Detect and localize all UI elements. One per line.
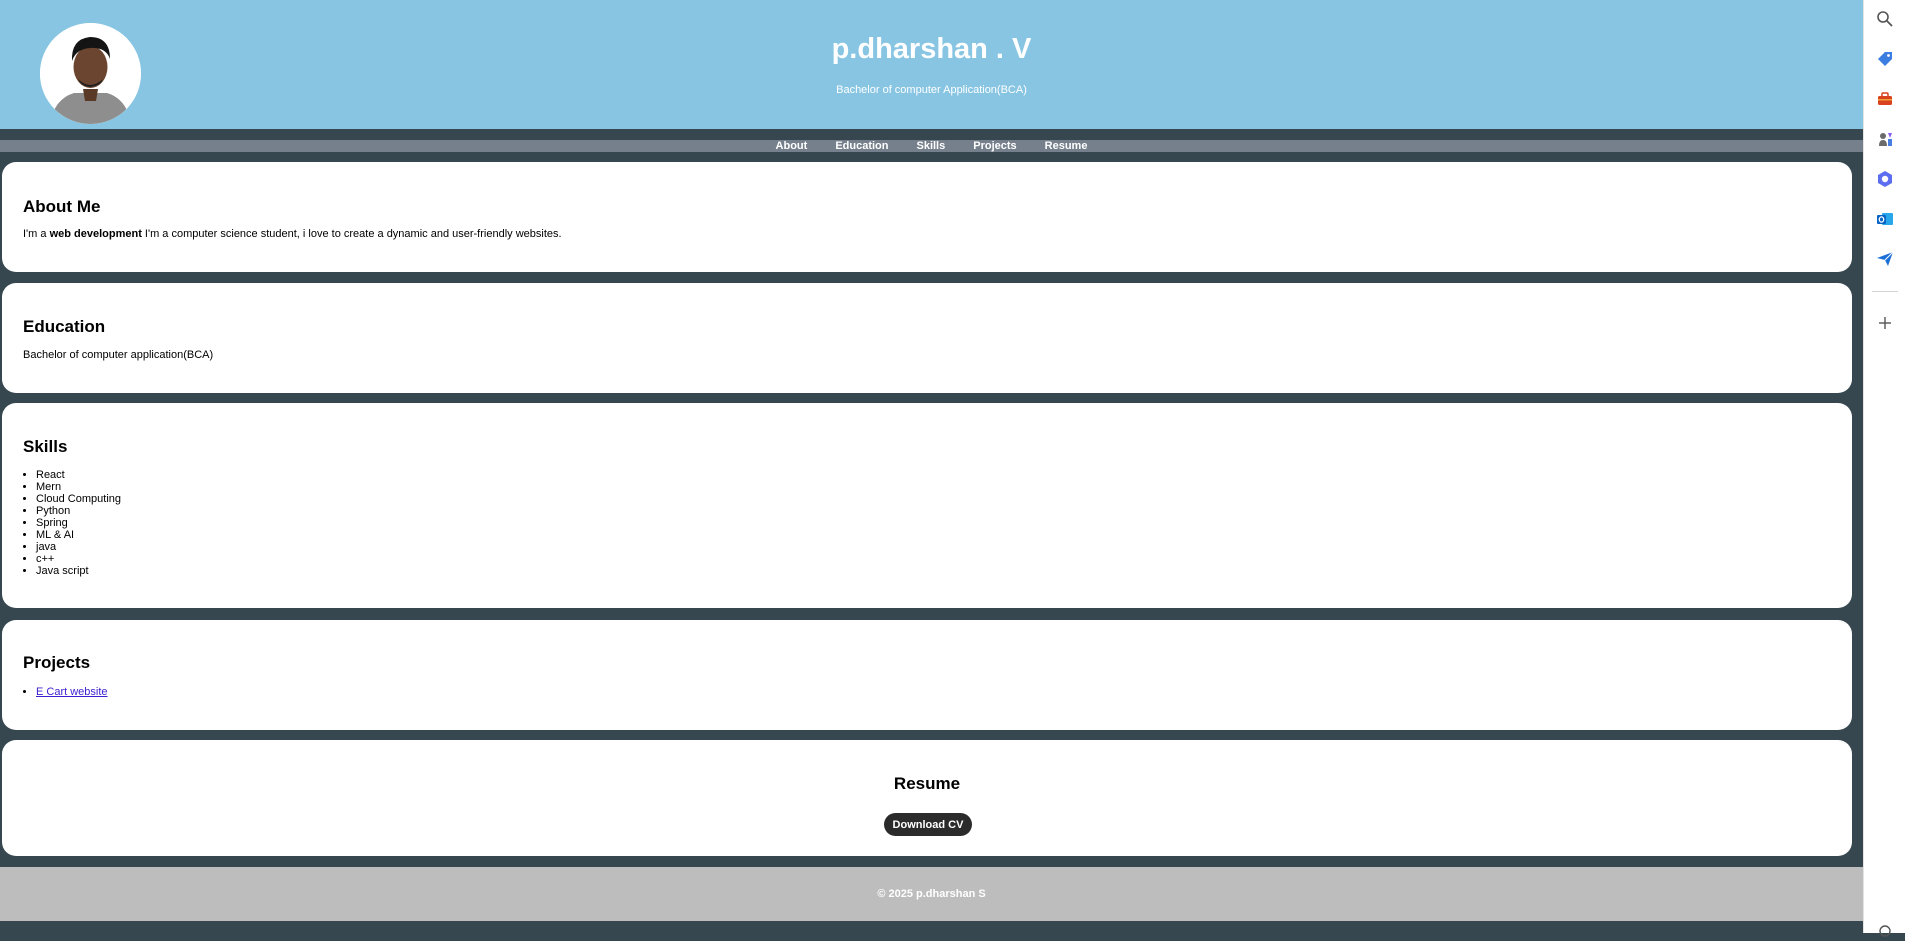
education-section: Education Bachelor of computer applicati…: [2, 283, 1852, 393]
list-item: ML & AI: [36, 529, 121, 541]
nav-link-education[interactable]: Education: [835, 140, 888, 152]
about-text-pre: I'm a: [23, 228, 50, 240]
resume-section: Resume Download CV: [2, 740, 1852, 856]
list-item: Spring: [36, 517, 121, 529]
list-item: Mern: [36, 481, 121, 493]
projects-list: E Cart website: [23, 686, 108, 698]
list-item: React: [36, 469, 121, 481]
projects-heading: Projects: [23, 653, 91, 672]
site-footer: © 2025 p.dharshan S: [0, 867, 1863, 921]
browser-sidebar: [1863, 0, 1905, 937]
outlook-icon[interactable]: [1875, 209, 1895, 229]
add-icon[interactable]: [1875, 313, 1895, 333]
about-heading: About Me: [23, 197, 101, 216]
project-link-ecart[interactable]: E Cart website: [36, 686, 108, 698]
education-text: Bachelor of computer application(BCA): [23, 349, 214, 361]
main-nav: About Education Skills Projects Resume: [0, 140, 1863, 152]
list-item: c++: [36, 553, 121, 565]
list-item: Cloud Computing: [36, 493, 121, 505]
about-text-bold: web development: [49, 228, 142, 240]
nav-link-skills[interactable]: Skills: [916, 140, 945, 152]
about-section: About Me I'm a web development I'm a com…: [2, 162, 1852, 272]
search-icon[interactable]: [1875, 9, 1895, 29]
resume-heading: Resume: [893, 774, 961, 793]
send-icon[interactable]: [1875, 249, 1895, 269]
toolbox-icon[interactable]: [1875, 89, 1895, 109]
nav-link-resume[interactable]: Resume: [1045, 140, 1088, 152]
page-title: p.dharshan . V: [831, 33, 1032, 65]
list-item: Python: [36, 505, 121, 517]
about-text-post: I'm a computer science student, i love t…: [141, 228, 562, 240]
skills-section: Skills React Mern Cloud Computing Python…: [2, 403, 1852, 608]
sidebar-divider: [1872, 291, 1898, 292]
portfolio-page: p.dharshan . V Bachelor of computer Appl…: [0, 0, 1863, 933]
list-item: java: [36, 541, 121, 553]
download-cv-button[interactable]: Download CV: [884, 813, 972, 836]
site-header: p.dharshan . V Bachelor of computer Appl…: [0, 0, 1863, 129]
settings-icon[interactable]: [1875, 921, 1895, 941]
nav-link-about[interactable]: About: [776, 140, 808, 152]
tag-icon[interactable]: [1875, 49, 1895, 69]
copilot-icon[interactable]: [1875, 169, 1895, 189]
page-subtitle: Bachelor of computer Application(BCA): [836, 84, 1027, 96]
list-item: E Cart website: [36, 686, 108, 698]
nav-link-projects[interactable]: Projects: [973, 140, 1016, 152]
skills-heading: Skills: [23, 437, 68, 456]
chess-icon[interactable]: [1875, 129, 1895, 149]
list-item: Java script: [36, 565, 121, 577]
projects-section: Projects E Cart website: [2, 620, 1852, 730]
skills-list: React Mern Cloud Computing Python Spring…: [23, 469, 121, 577]
about-text: I'm a web development I'm a computer sci…: [23, 228, 562, 240]
education-heading: Education: [23, 317, 106, 336]
